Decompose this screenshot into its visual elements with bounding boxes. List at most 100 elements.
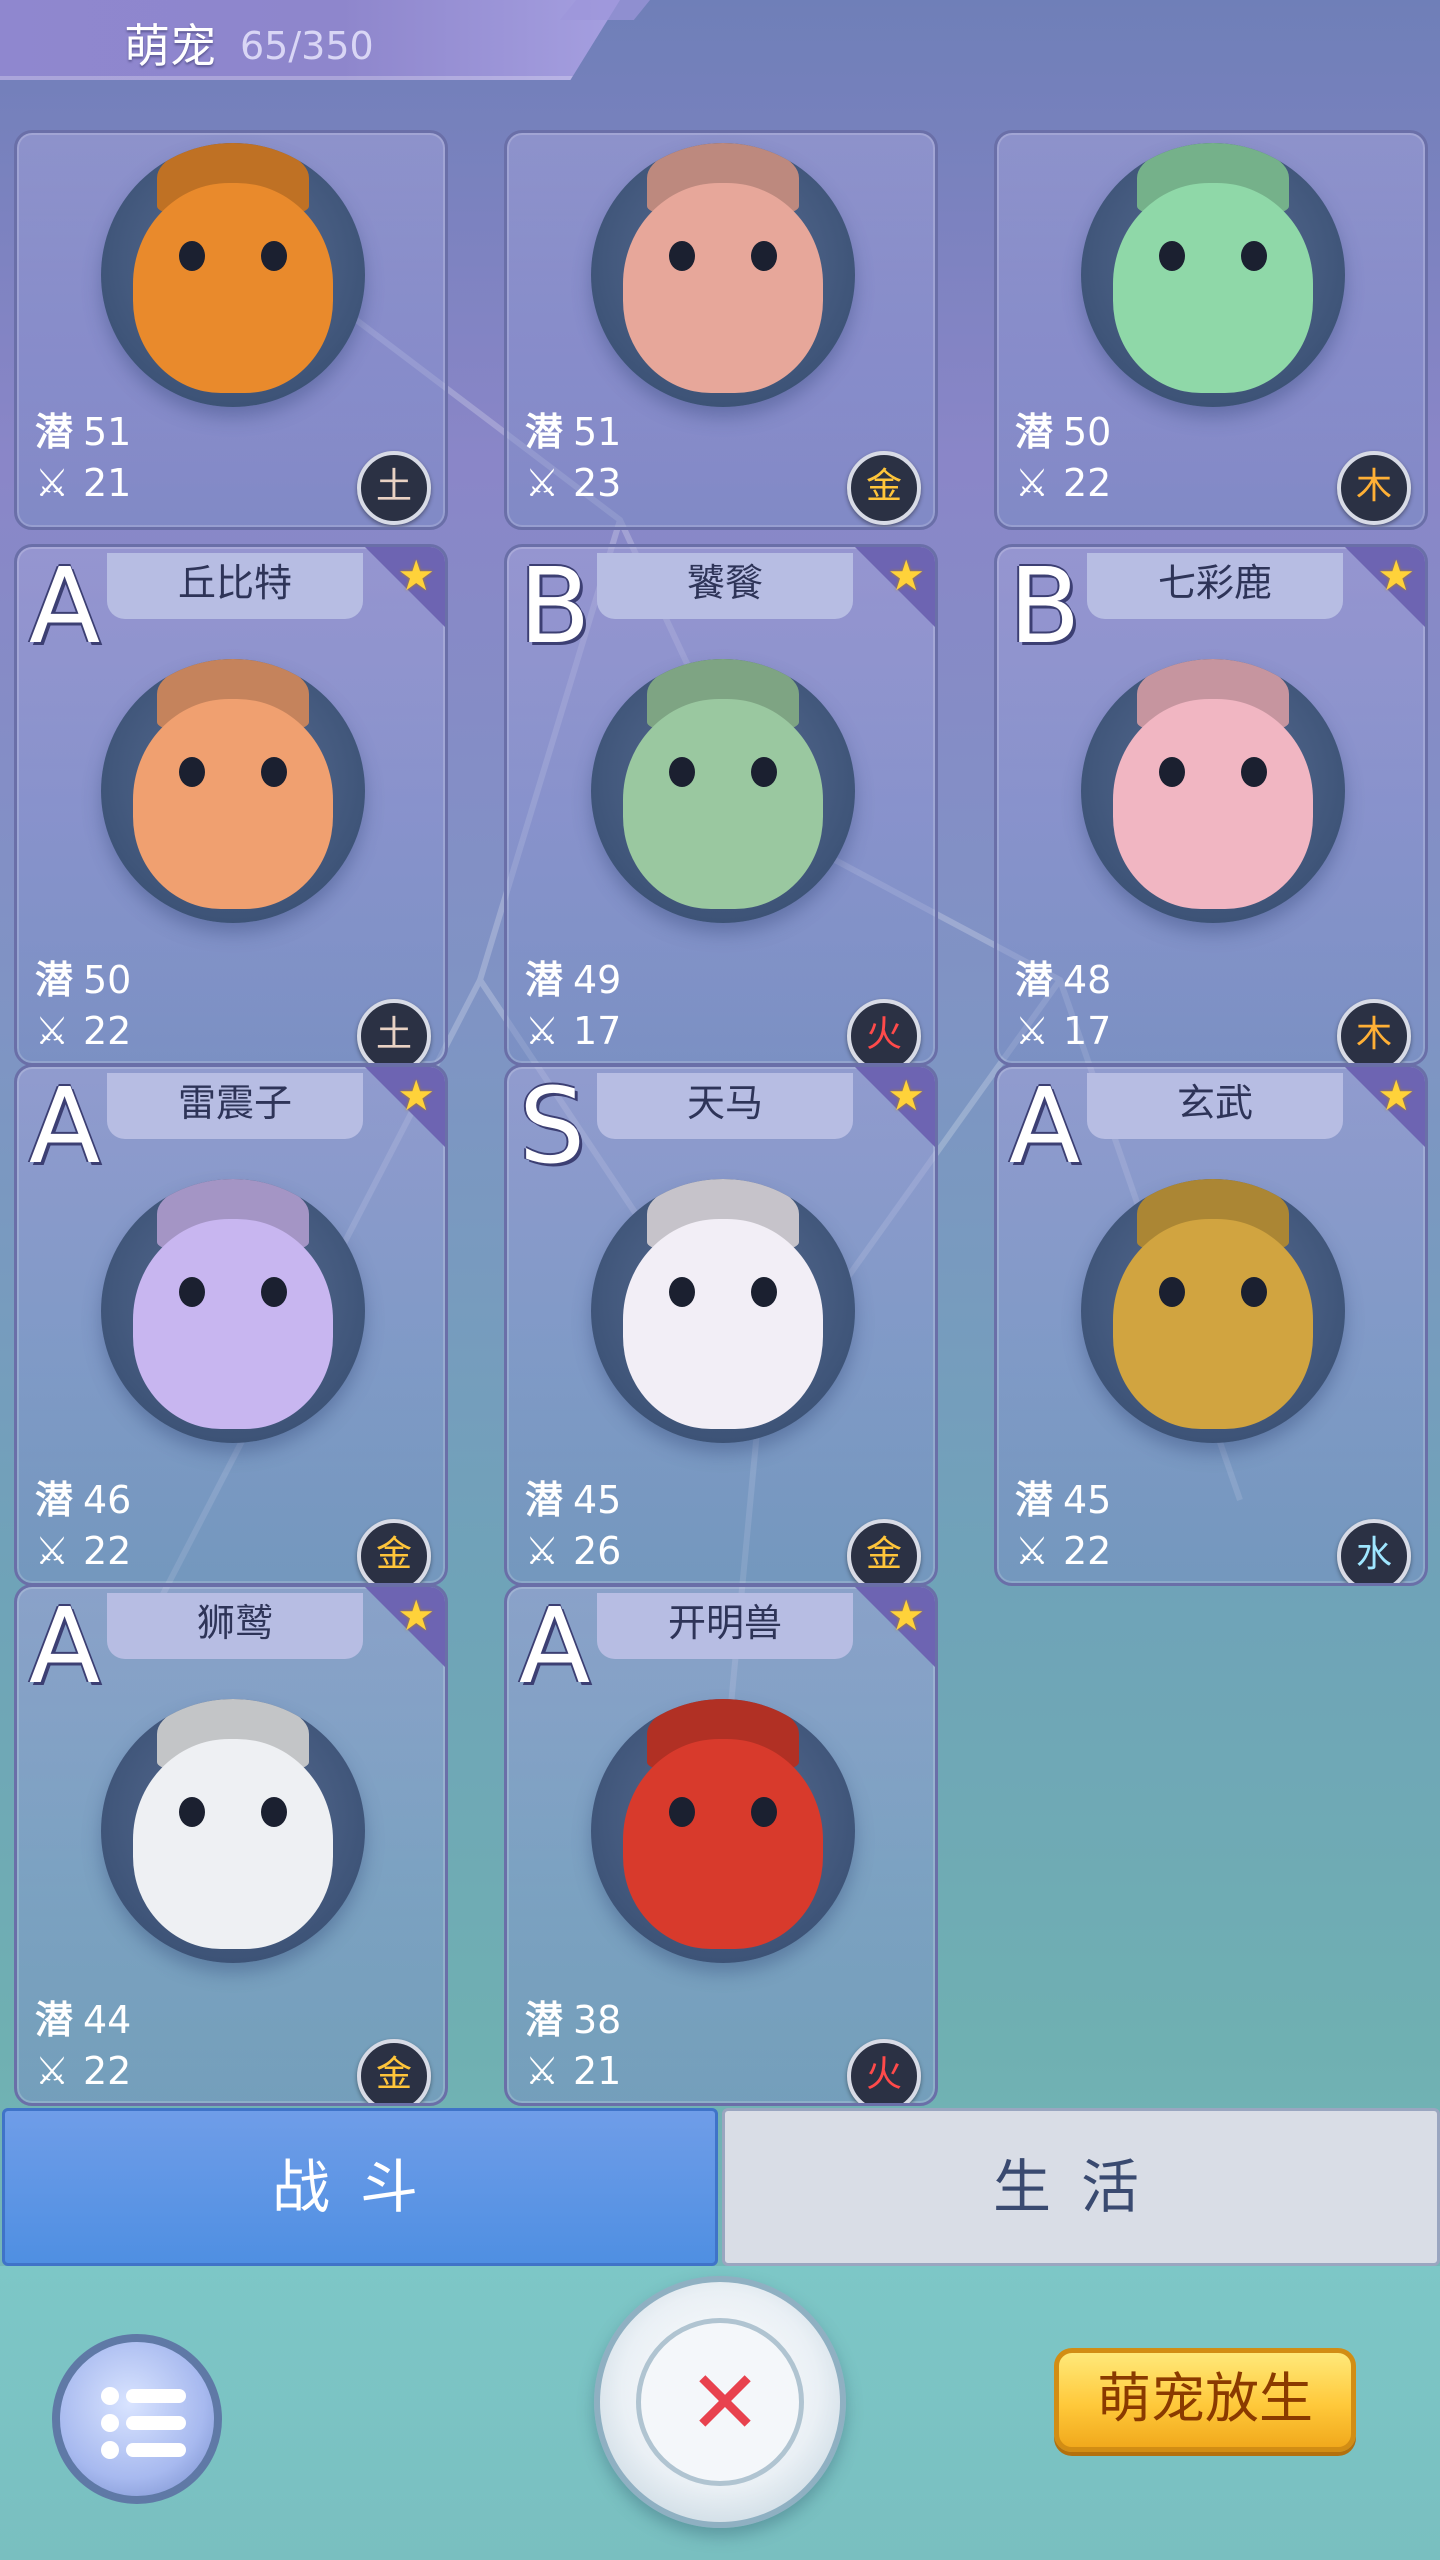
pet-eye [751,1797,777,1827]
potential-icon: 潜 [1015,410,1054,454]
pet-portrait [101,1179,365,1443]
close-button[interactable]: ✕ [594,2276,846,2528]
element-badge: 木 [1337,999,1411,1063]
pet-portrait [591,659,855,923]
potential-icon: 潜 [525,1478,564,1522]
pet-portrait [101,659,365,923]
attack-stat: ⚔ 22 [35,1529,131,1573]
pet-portrait [101,1699,365,1963]
pet-portrait [1081,659,1345,923]
pet-eye [751,1277,777,1307]
pet-grade: A [29,1065,101,1187]
element-badge: 土 [357,451,431,525]
pet-portrait-face [623,699,823,909]
pet-card[interactable]: 潜 51 ⚔ 21 土 [14,130,448,530]
potential-icon: 潜 [525,958,564,1002]
pet-eye [179,757,205,787]
star-icon[interactable]: ★ [397,555,435,597]
potential-stat: 潜 45 [1015,1469,1111,1524]
potential-icon: 潜 [35,1478,74,1522]
tab-life[interactable]: 生活 [722,2108,1440,2266]
pet-eye [1241,241,1267,271]
attack-stat: ⚔ 21 [35,461,131,505]
attack-value: 23 [573,461,622,505]
pet-name: 狮鹫 [107,1593,363,1659]
star-icon[interactable]: ★ [397,1595,435,1637]
potential-icon: 潜 [1015,1478,1054,1522]
potential-stat: 潜 38 [525,1989,621,2044]
element-badge: 金 [847,1519,921,1583]
pet-grade: S [519,1065,586,1187]
pet-card[interactable]: 玄武 ★ A 潜 45 ⚔ 22 水 [994,1064,1428,1586]
star-icon[interactable]: ★ [887,1075,925,1117]
pet-card[interactable]: 饕餮 ★ B 潜 49 ⚔ 17 火 [504,544,938,1066]
pet-card[interactable]: 狮鹫 ★ A 潜 44 ⚔ 22 金 [14,1584,448,2106]
potential-stat: 潜 51 [35,401,131,456]
pet-portrait-face [133,183,333,393]
potential-stat: 潜 50 [35,949,131,1004]
pet-portrait-face [133,699,333,909]
pet-portrait [591,1699,855,1963]
potential-stat: 潜 46 [35,1469,131,1524]
tab-battle[interactable]: 战斗 [2,2108,718,2266]
close-icon: ✕ [688,2351,762,2454]
pet-card[interactable]: 开明兽 ★ A 潜 38 ⚔ 21 火 [504,1584,938,2106]
attack-stat: ⚔ 21 [525,2049,621,2093]
element-badge: 木 [1337,451,1411,525]
element-badge: 金 [847,451,921,525]
potential-value: 45 [1063,1478,1112,1522]
element-badge: 水 [1337,1519,1411,1583]
attack-value: 22 [1063,461,1112,505]
pet-eye [669,757,695,787]
potential-value: 45 [573,1478,622,1522]
potential-icon: 潜 [35,410,74,454]
attack-stat: ⚔ 17 [1015,1009,1111,1053]
potential-value: 48 [1063,958,1112,1002]
pet-card[interactable]: 丘比特 ★ A 潜 50 ⚔ 22 土 [14,544,448,1066]
attack-swords-icon: ⚔ [35,1529,70,1573]
star-icon[interactable]: ★ [1377,555,1415,597]
pet-eye [179,241,205,271]
star-icon[interactable]: ★ [397,1075,435,1117]
attack-stat: ⚔ 17 [525,1009,621,1053]
potential-stat: 潜 49 [525,949,621,1004]
pet-card[interactable]: 七彩鹿 ★ B 潜 48 ⚔ 17 木 [994,544,1428,1066]
potential-value: 46 [83,1478,132,1522]
pet-portrait-face [623,1219,823,1429]
pet-eye [669,1277,695,1307]
pet-portrait-face [623,183,823,393]
potential-value: 51 [573,410,622,454]
pet-grade: B [519,545,591,667]
attack-swords-icon: ⚔ [1015,1529,1050,1573]
potential-value: 49 [573,958,622,1002]
element-badge: 金 [357,1519,431,1583]
pet-card[interactable]: 天马 ★ S 潜 45 ⚔ 26 金 [504,1064,938,1586]
pet-card[interactable]: 潜 51 ⚔ 23 金 [504,130,938,530]
pet-eye [261,241,287,271]
potential-stat: 潜 50 [1015,401,1111,456]
potential-icon: 潜 [35,1998,74,2042]
pet-count: 65/350 [240,24,374,68]
attack-value: 22 [83,1529,132,1573]
close-button-inner: ✕ [636,2318,804,2486]
pet-card[interactable]: 潜 50 ⚔ 22 木 [994,130,1428,530]
star-icon[interactable]: ★ [887,555,925,597]
potential-stat: 潜 51 [525,401,621,456]
attack-value: 21 [83,461,132,505]
pet-card[interactable]: 雷震子 ★ A 潜 46 ⚔ 22 金 [14,1064,448,1586]
potential-stat: 潜 44 [35,1989,131,2044]
pet-portrait-face [623,1739,823,1949]
pet-grade: A [1009,1065,1081,1187]
attack-swords-icon: ⚔ [525,2049,560,2093]
attack-value: 26 [573,1529,622,1573]
pet-portrait-face [1113,699,1313,909]
list-button[interactable] [52,2334,222,2504]
attack-stat: ⚔ 23 [525,461,621,505]
pet-name: 玄武 [1087,1073,1343,1139]
pet-grade: B [1009,545,1081,667]
star-icon[interactable]: ★ [887,1595,925,1637]
pet-grade: A [29,545,101,667]
potential-icon: 潜 [525,410,564,454]
star-icon[interactable]: ★ [1377,1075,1415,1117]
release-pet-button[interactable]: 萌宠放生 [1054,2348,1356,2452]
